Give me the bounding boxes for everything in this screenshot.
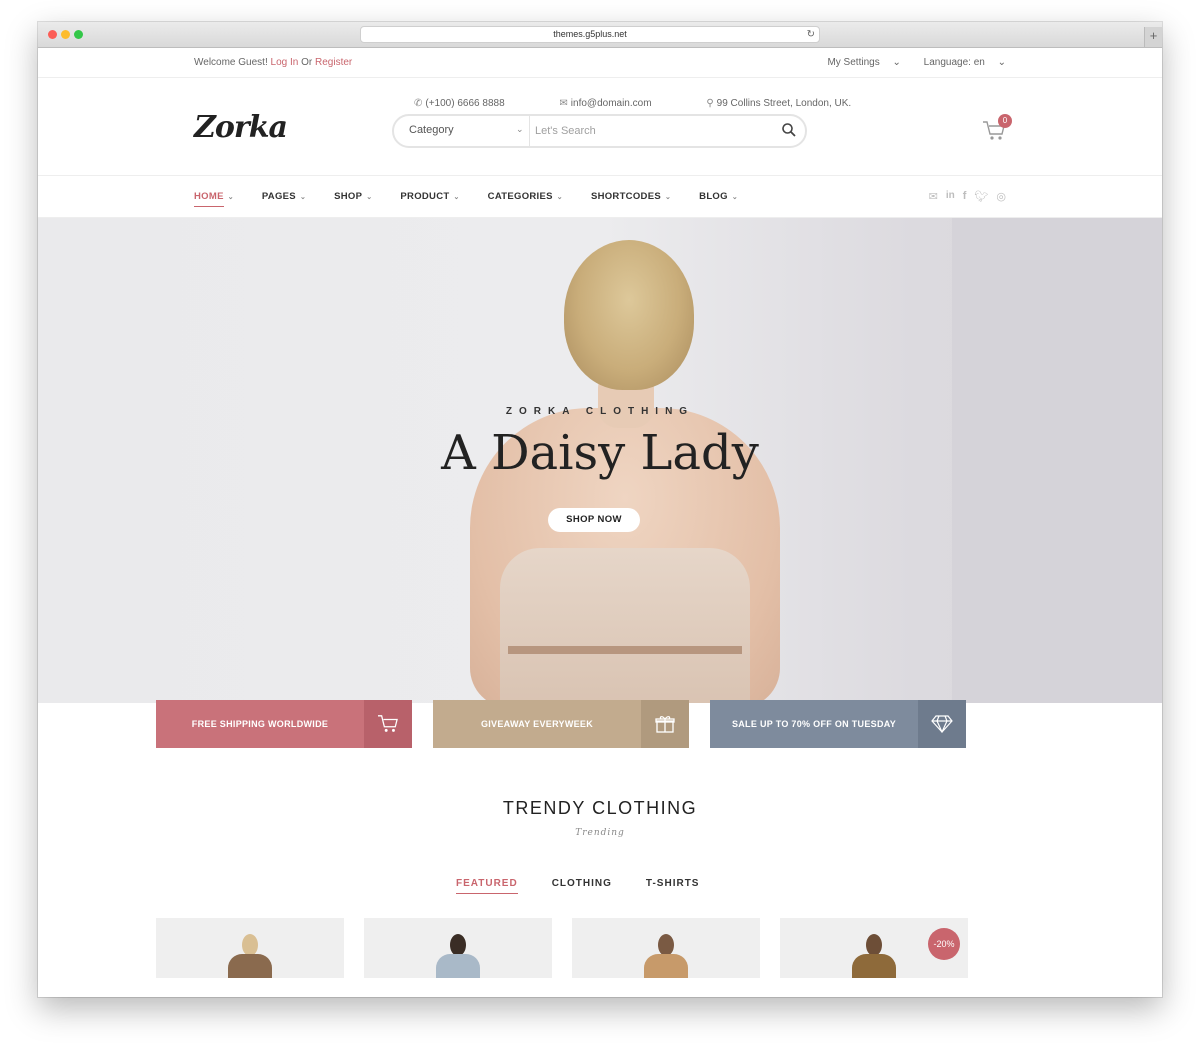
site-logo[interactable]: Zorka bbox=[194, 110, 288, 145]
hero-model-hair bbox=[564, 240, 694, 390]
sale-badge: -20% bbox=[928, 928, 960, 960]
chevron-down-icon: ⌄ bbox=[299, 194, 307, 201]
contact-info: ✆ (+100) 6666 8888 ✉ info@domain.com ⚲ 99 C… bbox=[414, 98, 903, 109]
promo-label: FREE SHIPPING WORLDWIDE bbox=[191, 719, 329, 729]
street-address: 99 Collins Street, London, UK. bbox=[716, 98, 852, 109]
product-image bbox=[436, 934, 480, 978]
login-link[interactable]: Log In bbox=[271, 57, 299, 68]
chevron-down-icon: ⌄ bbox=[731, 194, 738, 201]
browser-titlebar: themes.g5plus.net ↻ + bbox=[38, 22, 1162, 48]
nav-label: PRODUCT bbox=[400, 191, 450, 202]
cart-count-badge: 0 bbox=[998, 114, 1012, 128]
new-tab-button[interactable]: + bbox=[1144, 27, 1162, 47]
cart-icon bbox=[364, 700, 412, 748]
nav-item-blog[interactable]: BLOG ⌄ bbox=[699, 191, 738, 202]
nav-item-shop[interactable]: SHOP ⌄ bbox=[334, 191, 372, 202]
social-links: ✉ in f 🐦︎ ◎ bbox=[929, 190, 1006, 203]
product-card[interactable] bbox=[156, 918, 344, 978]
hero-title: A Daisy Lady bbox=[441, 425, 759, 481]
nav-label: SHOP bbox=[334, 191, 363, 202]
promo-giveaway[interactable]: GIVEAWAY EVERYWEEK bbox=[433, 700, 689, 748]
nav-item-home[interactable]: HOME ⌄ bbox=[194, 191, 234, 207]
search-icon[interactable] bbox=[781, 122, 797, 143]
language-label: Language: en bbox=[923, 57, 985, 68]
shop-now-button[interactable]: SHOP NOW bbox=[548, 508, 640, 532]
product-card[interactable] bbox=[572, 918, 760, 978]
product-image bbox=[228, 934, 272, 978]
product-card[interactable]: -20% bbox=[780, 918, 968, 978]
promo-banners: FREE SHIPPING WORLDWIDE GIVEAWAY EVERYWE… bbox=[156, 700, 966, 748]
nav-label: CATEGORIES bbox=[487, 191, 553, 202]
welcome-text: Welcome Guest! bbox=[194, 57, 268, 68]
linkedin-icon[interactable]: in bbox=[946, 190, 955, 203]
main-nav: HOME ⌄ PAGES ⌄ SHOP ⌄ PRODUCT ⌄ CATEGORIES ⌄ … bbox=[38, 176, 1162, 218]
diamond-icon bbox=[918, 700, 966, 748]
dribbble-icon[interactable]: ◎ bbox=[996, 190, 1006, 203]
or-text: Or bbox=[301, 57, 313, 68]
promo-sale[interactable]: SALE UP TO 70% OFF ON TUESDAY bbox=[710, 700, 966, 748]
map-pin-icon: ⚲ bbox=[706, 98, 714, 109]
promo-label: SALE UP TO 70% OFF ON TUESDAY bbox=[731, 719, 897, 729]
chevron-down-icon: ⌄ bbox=[366, 194, 373, 201]
nav-label: BLOG bbox=[699, 191, 728, 202]
search-category-select[interactable]: Category bbox=[409, 124, 454, 136]
phone-icon: ✆ bbox=[414, 98, 423, 109]
chevron-down-icon: ⌄ bbox=[892, 57, 901, 68]
nav-item-pages[interactable]: PAGES ⌄ bbox=[262, 191, 306, 202]
top-bar: Welcome Guest! Log In Or Register My Set… bbox=[38, 48, 1162, 78]
nav-label: HOME bbox=[194, 191, 224, 207]
my-settings-dropdown[interactable]: My Settings ⌄ bbox=[817, 57, 900, 68]
hero-model-sash bbox=[508, 646, 742, 654]
browser-window: themes.g5plus.net ↻ + Welcome Guest! Log… bbox=[38, 22, 1162, 997]
tab-t-shirts[interactable]: T-SHIRTS bbox=[646, 878, 700, 894]
search-divider bbox=[529, 116, 530, 146]
envelope-icon: ✉ bbox=[559, 98, 568, 109]
chevron-down-icon: ⌄ bbox=[997, 57, 1006, 68]
chevron-down-icon: ⌄ bbox=[664, 194, 672, 201]
phone-number: (+100) 6666 8888 bbox=[425, 98, 505, 109]
my-settings-label: My Settings bbox=[827, 57, 880, 68]
facebook-icon[interactable]: f bbox=[963, 190, 967, 203]
register-link[interactable]: Register bbox=[315, 57, 352, 68]
section-subtitle: Trending bbox=[575, 828, 625, 838]
chevron-down-icon: ⌄ bbox=[227, 194, 234, 201]
envelope-icon[interactable]: ✉ bbox=[929, 190, 938, 203]
chevron-down-icon: ⌄ bbox=[453, 194, 460, 201]
product-grid: -20% bbox=[156, 918, 968, 978]
nav-item-shortcodes[interactable]: SHORTCODES ⌄ bbox=[591, 191, 671, 202]
hero-banner: ZORKA CLOTHING A Daisy Lady SHOP NOW bbox=[38, 218, 1162, 703]
url-text: themes.g5plus.net bbox=[553, 29, 627, 39]
product-tabs: FEATURED CLOTHING T-SHIRTS bbox=[456, 878, 699, 894]
email-address: info@domain.com bbox=[570, 98, 652, 109]
nav-item-product[interactable]: PRODUCT ⌄ bbox=[400, 191, 459, 202]
tab-featured[interactable]: FEATURED bbox=[456, 878, 518, 894]
language-dropdown[interactable]: Language: en ⌄ bbox=[914, 57, 1006, 68]
hero-subtitle: ZORKA CLOTHING bbox=[505, 406, 695, 417]
promo-label: GIVEAWAY EVERYWEEK bbox=[480, 719, 594, 729]
cart-icon bbox=[982, 121, 1006, 146]
product-card[interactable] bbox=[364, 918, 552, 978]
search-bar: Category ⌄ bbox=[392, 114, 807, 148]
chevron-down-icon[interactable]: ⌄ bbox=[516, 124, 524, 135]
tab-clothing[interactable]: CLOTHING bbox=[552, 878, 612, 894]
section-title: TRENDY CLOTHING bbox=[502, 798, 698, 818]
address-bar[interactable]: themes.g5plus.net ↻ bbox=[360, 26, 820, 43]
product-image bbox=[644, 934, 688, 978]
product-image bbox=[852, 934, 896, 978]
cart-button[interactable]: 0 bbox=[982, 114, 1012, 147]
nav-label: PAGES bbox=[261, 191, 296, 202]
gift-icon bbox=[641, 700, 689, 748]
nav-label: SHORTCODES bbox=[590, 191, 661, 202]
nav-item-categories[interactable]: CATEGORIES ⌄ bbox=[488, 191, 563, 202]
reload-icon[interactable]: ↻ bbox=[807, 27, 815, 42]
hero-model-dress bbox=[500, 548, 750, 703]
site-header: Zorka ✆ (+100) 6666 8888 ✉ info@domain.com… bbox=[38, 78, 1162, 176]
twitter-icon[interactable]: 🐦︎ bbox=[974, 190, 988, 203]
close-window-button[interactable] bbox=[48, 30, 57, 39]
chevron-down-icon: ⌄ bbox=[556, 194, 563, 201]
search-input[interactable] bbox=[535, 122, 765, 140]
promo-free-shipping[interactable]: FREE SHIPPING WORLDWIDE bbox=[156, 700, 412, 748]
maximize-window-button[interactable] bbox=[74, 30, 83, 39]
minimize-window-button[interactable] bbox=[61, 30, 70, 39]
